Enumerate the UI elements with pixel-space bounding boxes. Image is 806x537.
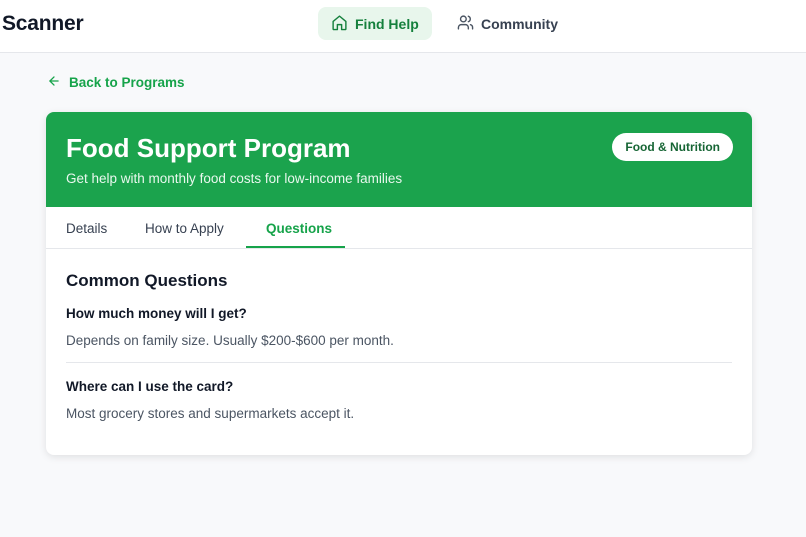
top-navbar: Scanner Find Help Community	[0, 0, 806, 53]
section-title: Common Questions	[66, 271, 228, 290]
faq-item: How much money will I get? Depends on fa…	[66, 306, 732, 348]
arrow-left-icon	[47, 74, 61, 91]
program-card: Food Support Program Get help with month…	[46, 112, 752, 455]
faq-question: Where can I use the card?	[66, 379, 234, 394]
home-icon	[331, 14, 348, 34]
divider	[66, 362, 732, 363]
faq-question: How much money will I get?	[66, 306, 247, 321]
program-title: Food Support Program	[66, 133, 351, 163]
active-tab-indicator	[246, 246, 345, 248]
faq-answer: Most grocery stores and supermarkets acc…	[66, 406, 355, 421]
users-icon	[457, 14, 474, 34]
faq-answer: Depends on family size. Usually $200-$60…	[66, 333, 394, 348]
tab-questions[interactable]: Questions	[266, 207, 332, 249]
app-brand[interactable]: Scanner	[2, 12, 84, 36]
back-link-label: Back to Programs	[69, 75, 185, 90]
nav-find-help[interactable]: Find Help	[318, 7, 432, 40]
nav-community[interactable]: Community	[444, 7, 571, 40]
program-tabs: Details How to Apply Questions	[46, 207, 752, 249]
tab-details[interactable]: Details	[66, 207, 107, 249]
program-subtitle: Get help with monthly food costs for low…	[66, 171, 403, 186]
program-header: Food Support Program Get help with month…	[46, 112, 752, 207]
nav-community-label: Community	[481, 15, 558, 32]
tab-how-to-apply[interactable]: How to Apply	[145, 207, 224, 249]
nav-find-help-label: Find Help	[355, 15, 419, 32]
category-badge: Food & Nutrition	[612, 133, 733, 161]
back-to-programs-link[interactable]: Back to Programs	[47, 74, 185, 91]
questions-panel: Common Questions How much money will I g…	[46, 249, 752, 421]
faq-item: Where can I use the card? Most grocery s…	[66, 379, 732, 421]
